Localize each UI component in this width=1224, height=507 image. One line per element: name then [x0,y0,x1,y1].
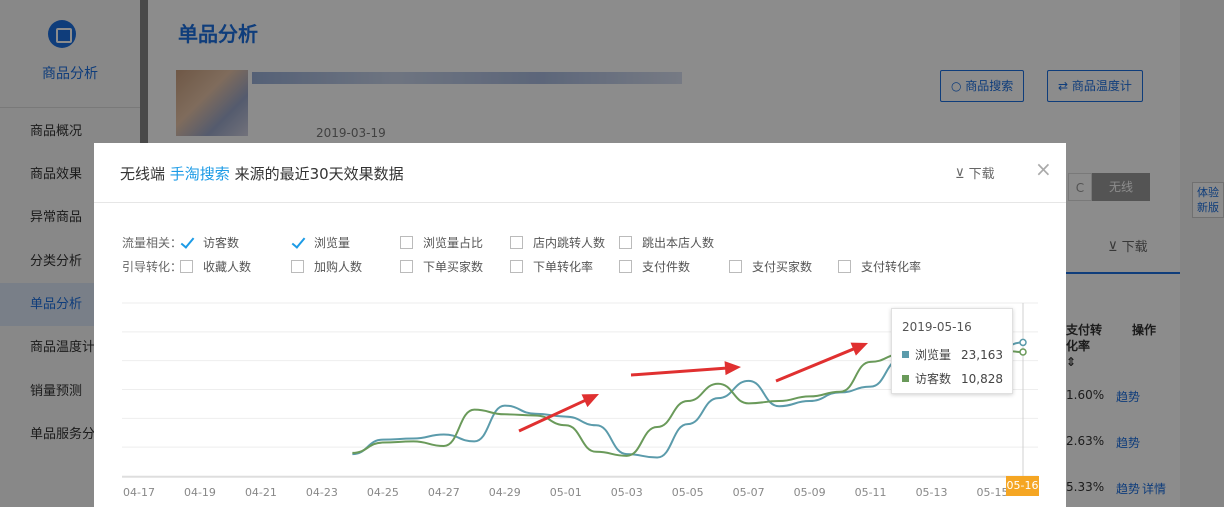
x-tick-label: 05-09 [794,486,826,499]
x-tick-label: 05-11 [855,486,887,499]
modal-title-prefix: 无线端 [120,165,170,183]
series-point-1 [1019,348,1027,356]
x-tick-label: 05-03 [611,486,643,499]
checkbox-label: 店内跳转人数 [533,236,606,250]
x-tick-label: 04-27 [428,486,460,499]
conversion-checkbox-2[interactable]: 下单买家数 [400,258,483,275]
traffic-checkbox-2[interactable]: 浏览量占比 [400,234,483,251]
conversion-checkbox-5[interactable]: 支付买家数 [729,258,812,275]
conversion-checkbox-0[interactable]: 收藏人数 [180,258,251,275]
traffic-checkbox-1[interactable]: 浏览量 [291,234,350,251]
conversion-filter-label: 引导转化： [122,260,183,274]
x-tick-label: 04-25 [367,486,399,499]
x-tick-label: 05-15 [977,486,1009,499]
series-point-0 [1019,338,1027,347]
modal-title: 无线端 手淘搜索 来源的最近30天效果数据 [120,163,404,184]
selected-x-label: 05-16 [1006,476,1039,496]
close-icon[interactable]: × [1035,157,1052,181]
tooltip-row-visitors: 访客数 10,828 [902,370,1003,387]
x-tick-label: 05-07 [733,486,765,499]
traffic-checkbox-0[interactable]: 访客数 [180,234,239,251]
traffic-filter-label: 流量相关： [122,236,183,250]
conversion-checkbox-4[interactable]: 支付件数 [619,258,690,275]
conversion-checkbox-1[interactable]: 加购人数 [291,258,362,275]
tooltip-visitors-name: 访客数 [915,372,952,386]
checkbox-label: 收藏人数 [203,260,252,274]
annotation-arrowhead-1 [724,361,741,376]
x-tick-label: 05-05 [672,486,704,499]
checkbox-label: 浏览量 [314,236,351,250]
checkbox-box[interactable] [180,236,193,249]
traffic-checkbox-4[interactable]: 跳出本店人数 [619,234,714,251]
checkbox-label: 下单转化率 [533,260,594,274]
checkbox-label: 访客数 [203,236,240,250]
x-tick-label: 05-01 [550,486,582,499]
annotation-arrow-2 [775,346,858,383]
modal-download-label: 下载 [968,167,995,182]
download-icon: ⊻ [955,167,969,182]
trend-modal: 无线端 手淘搜索 来源的最近30天效果数据 ⊻ 下载 × 流量相关： 引导转化：… [94,143,1066,507]
checkbox-box[interactable] [180,260,193,273]
tooltip-pageviews-name: 浏览量 [915,348,952,362]
checkbox-box[interactable] [510,236,523,249]
modal-header: 无线端 手淘搜索 来源的最近30天效果数据 ⊻ 下载 × [94,143,1066,203]
tooltip-row-pageviews: 浏览量 23,163 [902,346,1003,363]
x-tick-label: 05-13 [916,486,948,499]
modal-title-suffix: 来源的最近30天效果数据 [229,165,404,183]
checkbox-box[interactable] [510,260,523,273]
checkbox-label: 支付转化率 [861,260,922,274]
checkbox-label: 加购人数 [314,260,363,274]
checkbox-box[interactable] [400,260,413,273]
tooltip-pageviews-value: 23,163 [961,347,1004,362]
checkbox-label: 浏览量占比 [423,236,484,250]
checkbox-box[interactable] [729,260,742,273]
modal-title-source: 手淘搜索 [169,165,230,183]
visitors-swatch [902,375,909,382]
traffic-checkbox-3[interactable]: 店内跳转人数 [510,234,605,251]
pageviews-swatch [902,351,909,358]
checkbox-box[interactable] [619,260,632,273]
chart-tooltip: 2019-05-16 浏览量 23,163 访客数 10,828 [891,308,1013,394]
tooltip-date: 2019-05-16 [902,320,972,334]
checkbox-box[interactable] [291,260,304,273]
modal-download-button[interactable]: ⊻ 下载 [955,163,995,182]
conversion-checkbox-6[interactable]: 支付转化率 [838,258,921,275]
x-tick-label: 04-17 [123,486,155,499]
conversion-checkbox-3[interactable]: 下单转化率 [510,258,593,275]
checkbox-box[interactable] [619,236,632,249]
x-tick-label: 04-21 [245,486,277,499]
x-tick-label: 04-29 [489,486,521,499]
x-tick-label: 04-19 [184,486,216,499]
checkbox-label: 跳出本店人数 [642,236,715,250]
annotation-arrow-1 [630,366,728,377]
checkbox-label: 下单买家数 [423,260,484,274]
checkbox-box[interactable] [291,236,304,249]
checkbox-box[interactable] [400,236,413,249]
tooltip-visitors-value: 10,828 [961,371,1004,386]
x-tick-label: 04-23 [306,486,338,499]
checkbox-box[interactable] [838,260,851,273]
checkbox-label: 支付买家数 [752,260,813,274]
checkbox-label: 支付件数 [642,260,691,274]
